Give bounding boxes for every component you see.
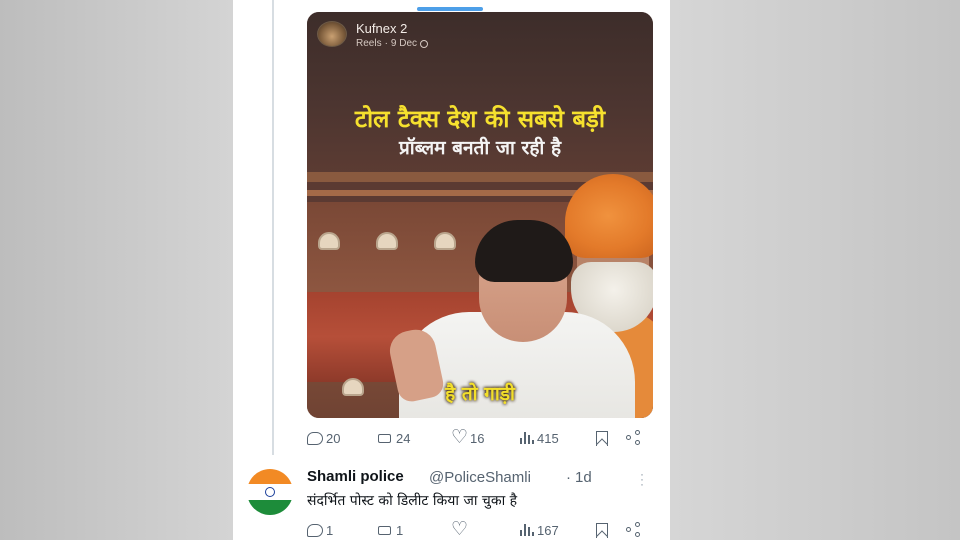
- reply-share-button[interactable]: [626, 522, 642, 538]
- reply-views-button[interactable]: 167: [520, 523, 559, 538]
- lotus-emblem: [434, 232, 456, 250]
- reply-count: 20: [326, 430, 341, 446]
- quoted-post-header: Kufnex 2 Reels · 9 Dec: [307, 12, 653, 56]
- quoted-author-avatar[interactable]: [317, 21, 347, 47]
- video-subtitle: है तो गाड़ी: [445, 383, 515, 405]
- reply-reply-button[interactable]: 1: [307, 523, 333, 538]
- share-icon: [626, 522, 642, 538]
- flag-green-band: [247, 499, 293, 515]
- reply-author-handle[interactable]: @PoliceShamli: [429, 469, 531, 486]
- quoted-reel-card[interactable]: Kufnex 2 Reels · 9 Dec टोल टैक्स देश की …: [307, 12, 653, 418]
- ashoka-chakra: [265, 487, 275, 497]
- repost-icon: [378, 431, 393, 445]
- bookmark-icon: [596, 430, 608, 446]
- reply-repost-button[interactable]: 1: [378, 523, 403, 538]
- share-button[interactable]: [626, 430, 642, 446]
- left-backdrop: [0, 0, 233, 540]
- right-backdrop: [670, 0, 960, 540]
- share-icon: [626, 430, 642, 446]
- phone-screen: Kufnex 2 Reels · 9 Dec टोल टैक्स देश की …: [233, 0, 670, 540]
- reply-author-avatar[interactable]: [247, 469, 293, 515]
- views-icon: [520, 431, 534, 445]
- meta-separator: ·: [384, 38, 388, 49]
- video-caption-line-1: टोल टैक्स देश की सबसे बड़ी: [354, 105, 606, 133]
- repost-icon: [378, 523, 393, 537]
- post-action-bar: 20 24 16 415: [307, 426, 653, 449]
- flag-saffron-band: [247, 469, 293, 485]
- reply-like-button[interactable]: [451, 518, 470, 540]
- bookmark-button[interactable]: [596, 430, 608, 446]
- reply-icon: [307, 431, 323, 445]
- quoted-post-meta: Reels · 9 Dec: [356, 38, 429, 49]
- lotus-emblem: [376, 232, 398, 250]
- reply-button[interactable]: 20: [307, 431, 340, 446]
- reply-repost-count: 1: [396, 522, 404, 538]
- elder-turban: [565, 174, 653, 258]
- heart-icon: [451, 518, 468, 540]
- thread-line: [272, 0, 274, 455]
- more-icon[interactable]: · · ·: [639, 468, 645, 490]
- lotus-emblem: [318, 232, 340, 250]
- reply-views-count: 167: [537, 522, 559, 538]
- globe-icon: [420, 39, 429, 48]
- post-date: 9 Dec: [390, 38, 418, 49]
- reply-icon: [307, 523, 323, 537]
- heart-icon: [451, 426, 468, 448]
- reply-bookmark-button[interactable]: [596, 522, 608, 538]
- reply-text: संदर्भित पोस्ट को डिलीट किया जा चुका है: [307, 493, 518, 509]
- reel-video[interactable]: [307, 12, 653, 418]
- video-caption-line-2: प्रॉब्लम बनती जा रही है: [398, 137, 562, 159]
- reply-action-bar: 1 1 167: [307, 518, 653, 540]
- reply-separator: ·: [566, 469, 571, 486]
- like-button[interactable]: 16: [451, 426, 485, 448]
- views-icon: [520, 523, 534, 537]
- repost-button[interactable]: 24: [378, 431, 410, 446]
- reply-reply-count: 1: [326, 522, 334, 538]
- reply-author-name[interactable]: Shamli police: [307, 468, 404, 485]
- views-count: 415: [537, 430, 559, 446]
- reply-timestamp[interactable]: 1d: [575, 469, 592, 486]
- like-count: 16: [470, 430, 485, 446]
- bookmark-icon: [596, 522, 608, 538]
- views-button[interactable]: 415: [520, 431, 559, 446]
- scroll-indicator: [417, 7, 483, 11]
- quoted-author-name[interactable]: Kufnex 2: [356, 21, 407, 36]
- post-type: Reels: [356, 38, 382, 49]
- repost-count: 24: [396, 430, 411, 446]
